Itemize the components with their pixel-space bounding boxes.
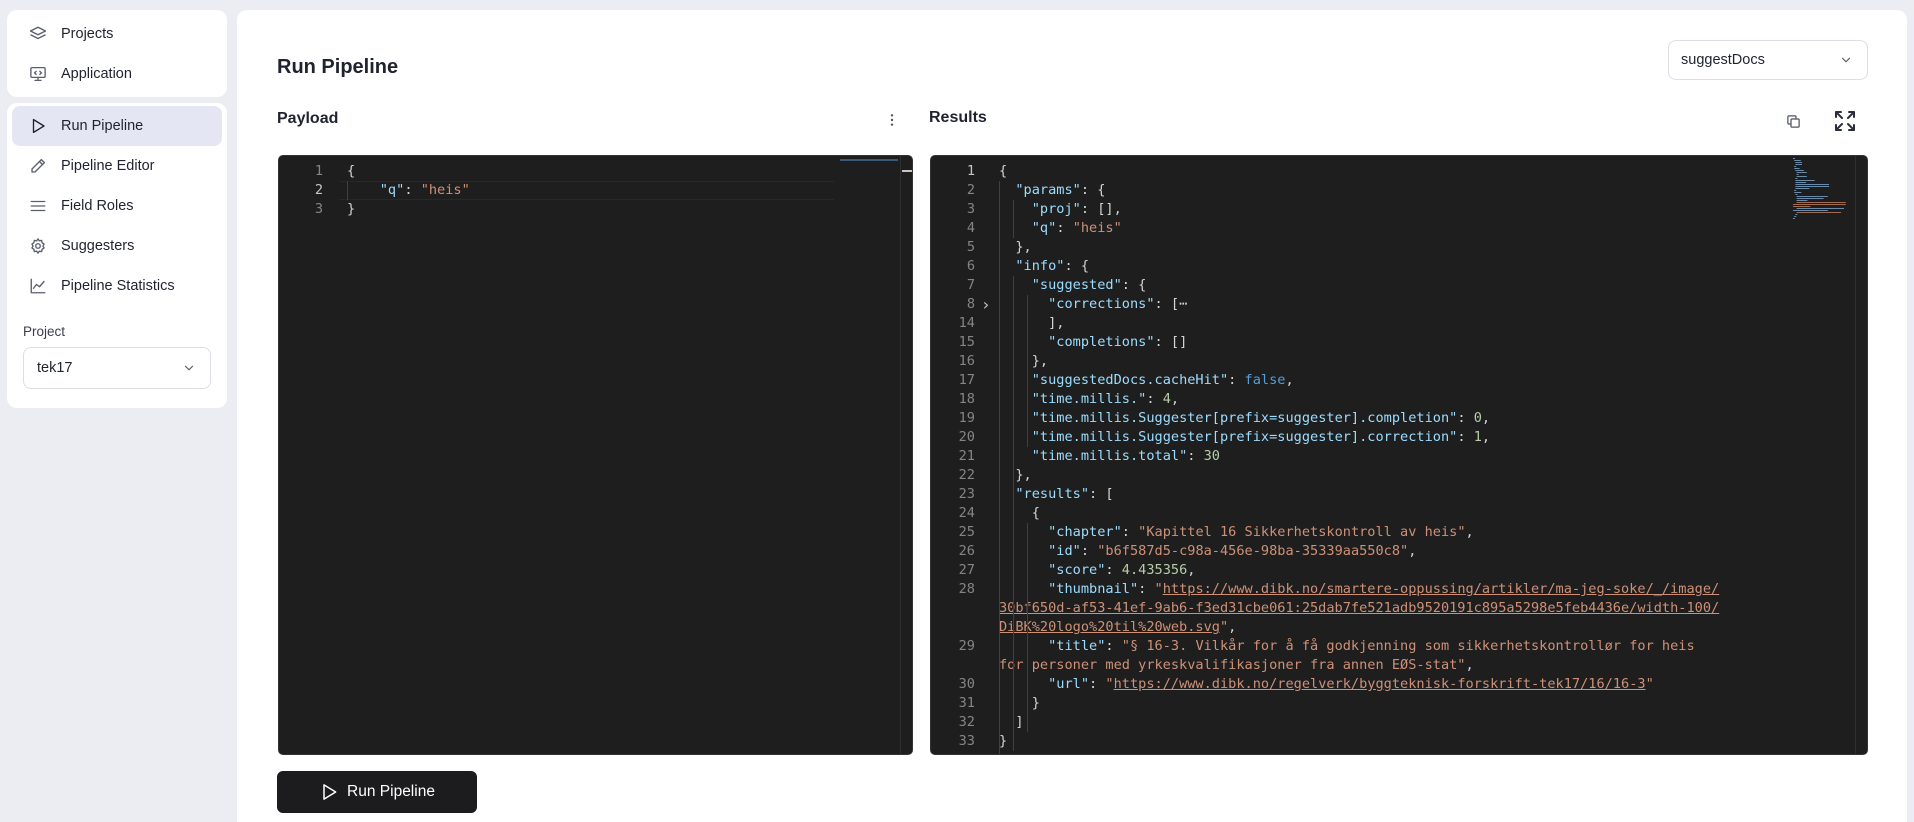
project-label: Project — [23, 324, 66, 339]
pipeline-select[interactable]: suggestDocs — [1668, 40, 1868, 80]
play-icon — [323, 784, 337, 800]
sidebar-item-label: Run Pipeline — [61, 118, 144, 134]
sidebar-item-pipeline-editor[interactable]: Pipeline Editor — [12, 146, 222, 186]
run-pipeline-button[interactable]: Run Pipeline — [277, 771, 477, 813]
main-panel: Run Pipeline suggestDocs Payload Results… — [237, 10, 1907, 822]
play-icon — [28, 116, 48, 136]
monitor-code-icon — [28, 64, 48, 84]
sidebar-item-field-roles[interactable]: Field Roles — [12, 186, 222, 226]
run-pipeline-label: Run Pipeline — [347, 783, 435, 800]
page-title: Run Pipeline — [277, 56, 399, 78]
copy-results-button[interactable] — [1782, 110, 1804, 132]
layers-icon — [28, 24, 48, 44]
sidebar-item-label: Projects — [61, 26, 114, 42]
gear-icon — [28, 236, 48, 256]
sidebar-main-card: Run Pipeline Pipeline Editor Field Roles… — [7, 103, 227, 408]
indent-guide — [999, 181, 1000, 754]
sidebar-item-label: Pipeline Editor — [61, 158, 155, 174]
sidebar-top-card: Projects Application — [7, 10, 227, 97]
sidebar-item-label: Suggesters — [61, 238, 135, 254]
results-minimap[interactable] — [1791, 156, 1855, 754]
chevron-down-icon — [1841, 57, 1851, 63]
results-scrollbar[interactable] — [1855, 156, 1867, 754]
sidebar-item-projects[interactable]: Projects — [12, 14, 222, 54]
copy-icon — [1786, 114, 1800, 128]
indent-guide — [1027, 295, 1028, 447]
sidebar-item-run-pipeline[interactable]: Run Pipeline — [12, 106, 222, 146]
results-title: Results — [929, 109, 987, 126]
fullscreen-button[interactable] — [1831, 107, 1859, 135]
results-editor[interactable]: 1{2 "params": {3 "proj": [], 4 "q": "heis… — [930, 155, 1868, 755]
chevron-down-icon — [184, 365, 194, 371]
sidebar-item-label: Field Roles — [61, 198, 134, 214]
expand-icon — [1835, 111, 1855, 131]
payload-editor[interactable]: 1{ 2 "q": "heis" 3} — [278, 155, 913, 755]
indent-guide — [1027, 523, 1028, 732]
pencil-icon — [28, 156, 48, 176]
project-select[interactable]: tek17 — [23, 347, 211, 389]
payload-scrollbar[interactable] — [900, 156, 912, 754]
pipeline-select-value: suggestDocs — [1681, 52, 1765, 68]
sidebar-item-label: Application — [61, 66, 132, 82]
sidebar-item-label: Pipeline Statistics — [61, 278, 175, 294]
sidebar-item-suggesters[interactable]: Suggesters — [12, 226, 222, 266]
payload-minimap[interactable] — [836, 156, 900, 754]
indent-guide — [1013, 200, 1014, 238]
chart-line-icon — [28, 276, 48, 296]
indent-guide — [1013, 504, 1014, 751]
payload-more-button[interactable] — [882, 109, 902, 131]
sidebar-item-application[interactable]: Application — [12, 54, 222, 94]
list-icon — [28, 196, 48, 216]
more-vertical-icon — [890, 114, 894, 126]
payload-title: Payload — [277, 110, 339, 127]
project-select-value: tek17 — [37, 360, 73, 376]
sidebar-item-pipeline-statistics[interactable]: Pipeline Statistics — [12, 266, 222, 306]
fold-chevron-icon[interactable]: › — [981, 295, 991, 314]
